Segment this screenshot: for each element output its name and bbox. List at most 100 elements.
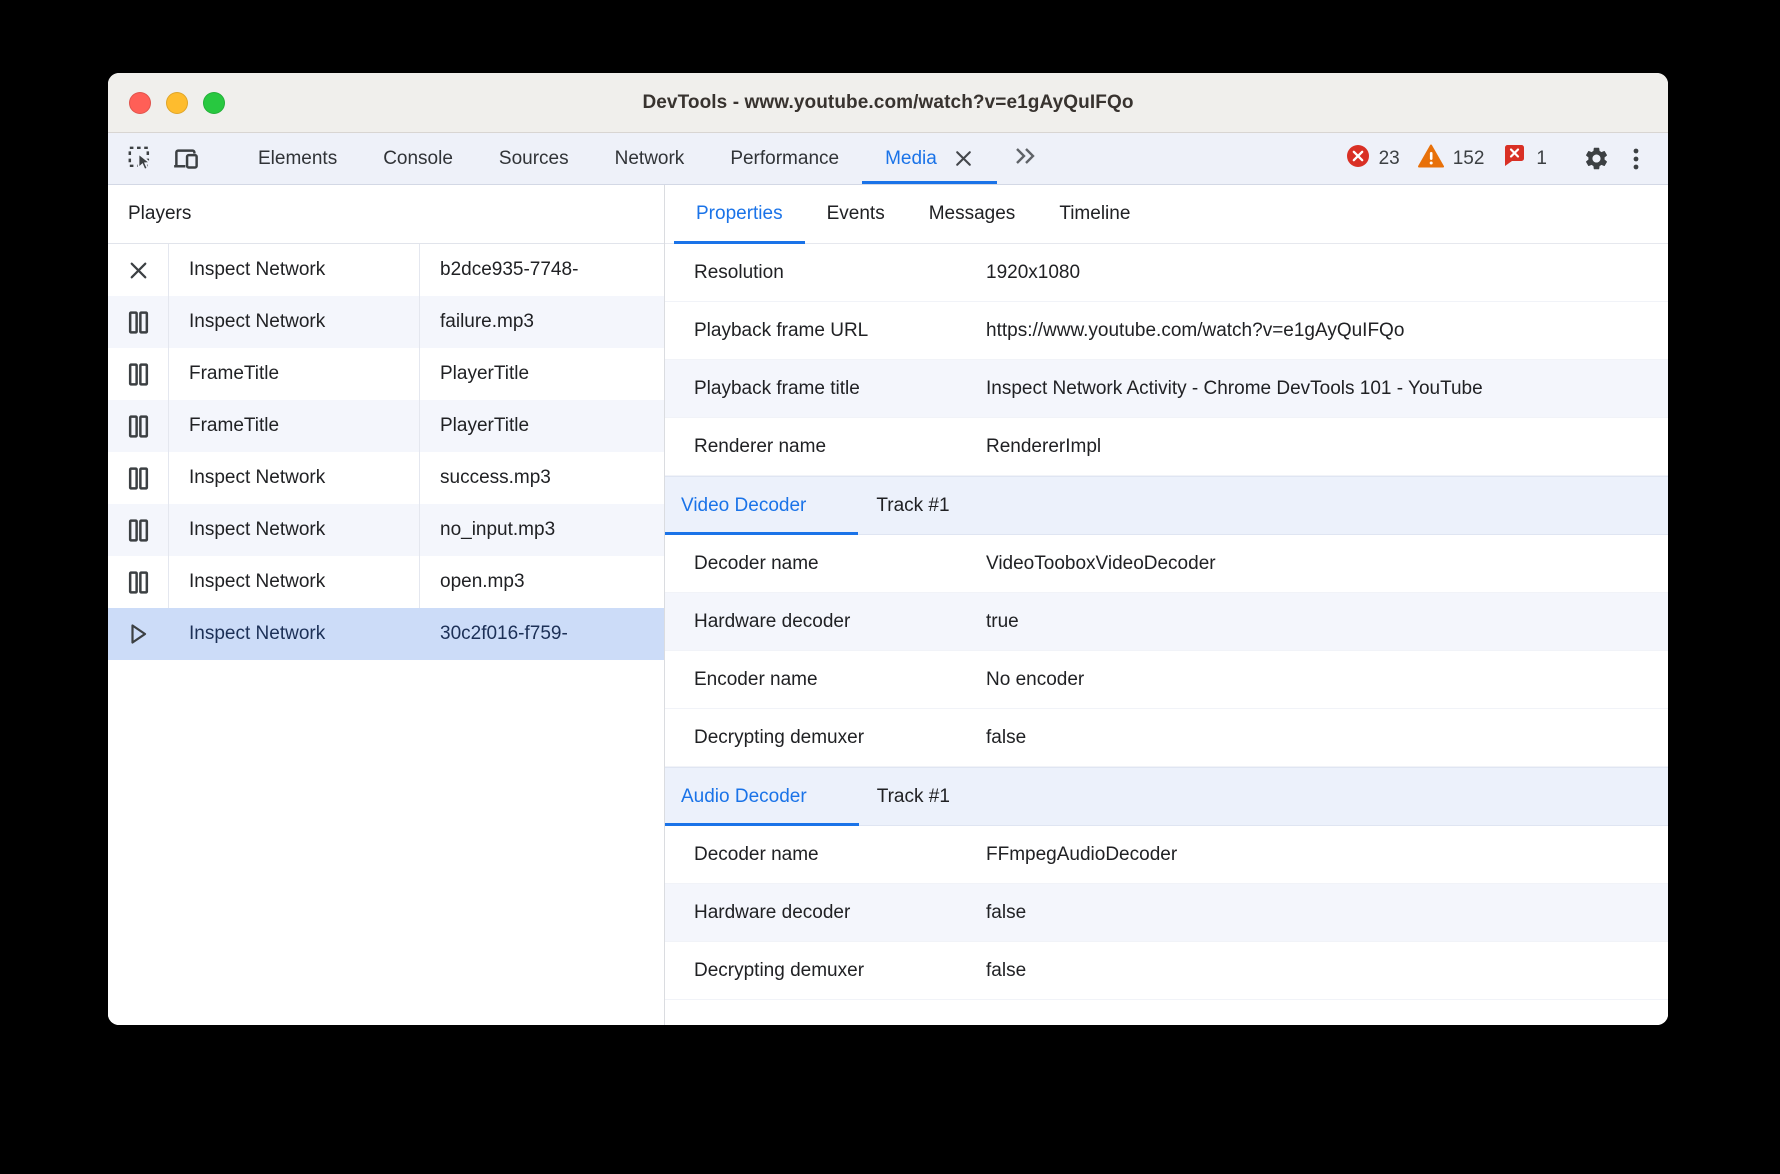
- player-name: FrameTitle: [168, 348, 419, 400]
- tab-network[interactable]: Network: [592, 133, 708, 184]
- player-row[interactable]: FrameTitle PlayerTitle: [108, 348, 664, 400]
- pause-icon: [108, 452, 168, 504]
- player-name: Inspect Network: [168, 452, 419, 504]
- tab-console[interactable]: Console: [360, 133, 476, 184]
- main-area: Players Inspect Network b2dce935-7748- I…: [108, 185, 1668, 1025]
- inspect-element-icon[interactable]: [120, 139, 160, 179]
- toolbar-right: 23 152 1: [1328, 133, 1668, 184]
- property-value: Inspect Network Activity - Chrome DevToo…: [986, 378, 1668, 400]
- property-row: Decrypting demuxer false: [665, 942, 1668, 1000]
- player-name: Inspect Network: [168, 608, 419, 660]
- player-detail-panel: Properties Events Messages Timeline Reso…: [665, 185, 1668, 1025]
- player-name: FrameTitle: [168, 400, 419, 452]
- property-label: Hardware decoder: [665, 902, 986, 924]
- more-tabs-button[interactable]: [997, 133, 1055, 184]
- player-id: PlayerTitle: [419, 400, 664, 452]
- zoom-window-button[interactable]: [203, 92, 225, 114]
- issues-counter[interactable]: 1: [1502, 144, 1547, 173]
- player-row[interactable]: Inspect Network 30c2f016-f759-: [108, 608, 664, 660]
- error-counter[interactable]: 23: [1346, 144, 1400, 173]
- property-row: Decoder name FFmpegAudioDecoder: [665, 826, 1668, 884]
- minimize-window-button[interactable]: [166, 92, 188, 114]
- player-row[interactable]: Inspect Network failure.mp3: [108, 296, 664, 348]
- track-tab[interactable]: Track #1: [859, 768, 968, 825]
- decoder-tab[interactable]: Audio Decoder: [665, 768, 859, 825]
- property-value: VideoTooboxVideoDecoder: [986, 553, 1668, 575]
- properties-list: Resolution 1920x1080 Playback frame URL …: [665, 244, 1668, 476]
- property-row: Decoder name VideoTooboxVideoDecoder: [665, 535, 1668, 593]
- detail-panel-empty-space: [665, 1000, 1668, 1025]
- track-tab[interactable]: Track #1: [858, 477, 967, 534]
- tab-elements[interactable]: Elements: [235, 133, 360, 184]
- tab-media-label: Media: [885, 148, 937, 170]
- titlebar: DevTools - www.youtube.com/watch?v=e1gAy…: [108, 73, 1668, 133]
- tab-properties[interactable]: Properties: [674, 185, 805, 243]
- property-label: Hardware decoder: [665, 611, 986, 633]
- close-icon: [108, 244, 168, 296]
- players-panel: Players Inspect Network b2dce935-7748- I…: [108, 185, 665, 1025]
- tab-sources[interactable]: Sources: [476, 133, 592, 184]
- devtools-toolbar: Elements Console Sources Network Perform…: [108, 133, 1668, 185]
- property-row: Resolution 1920x1080: [665, 244, 1668, 302]
- warning-count: 152: [1453, 148, 1485, 170]
- player-row[interactable]: Inspect Network no_input.mp3: [108, 504, 664, 556]
- close-media-tab-icon[interactable]: [953, 148, 974, 169]
- property-value: false: [986, 902, 1668, 924]
- traffic-lights: [129, 92, 225, 114]
- players-list: Inspect Network b2dce935-7748- Inspect N…: [108, 244, 664, 660]
- property-label: Decrypting demuxer: [665, 727, 986, 749]
- property-label: Playback frame URL: [665, 320, 986, 342]
- warning-counter[interactable]: 152: [1418, 144, 1485, 173]
- device-toolbar-icon[interactable]: [166, 139, 206, 179]
- property-label: Encoder name: [665, 669, 986, 691]
- tab-timeline[interactable]: Timeline: [1037, 185, 1152, 243]
- tab-messages[interactable]: Messages: [907, 185, 1038, 243]
- kebab-menu-icon[interactable]: [1616, 139, 1656, 179]
- decoder-tab[interactable]: Video Decoder: [665, 477, 858, 534]
- property-value: 1920x1080: [986, 262, 1668, 284]
- property-row: Hardware decoder false: [665, 884, 1668, 942]
- player-id: PlayerTitle: [419, 348, 664, 400]
- devtools-window: DevTools - www.youtube.com/watch?v=e1gAy…: [108, 73, 1668, 1025]
- window-title: DevTools - www.youtube.com/watch?v=e1gAy…: [642, 92, 1133, 114]
- property-value: FFmpegAudioDecoder: [986, 844, 1668, 866]
- property-row: Decrypting demuxer false: [665, 709, 1668, 767]
- players-panel-empty-space: [108, 660, 664, 1025]
- pause-icon: [108, 400, 168, 452]
- player-row[interactable]: Inspect Network b2dce935-7748-: [108, 244, 664, 296]
- decoder-section-header: Video Decoder Track #1: [665, 476, 1668, 535]
- decoder-section-header: Audio Decoder Track #1: [665, 767, 1668, 826]
- player-id: open.mp3: [419, 556, 664, 608]
- property-value: No encoder: [986, 669, 1668, 691]
- pause-icon: [108, 348, 168, 400]
- pause-icon: [108, 504, 168, 556]
- property-value: RendererImpl: [986, 436, 1668, 458]
- tab-media[interactable]: Media: [862, 133, 997, 184]
- property-label: Decrypting demuxer: [665, 960, 986, 982]
- property-label: Decoder name: [665, 844, 986, 866]
- issues-count: 1: [1536, 148, 1547, 170]
- player-name: Inspect Network: [168, 556, 419, 608]
- player-name: Inspect Network: [168, 296, 419, 348]
- toolbar-left-icons: [108, 133, 223, 184]
- property-row: Playback frame title Inspect Network Act…: [665, 360, 1668, 418]
- property-value: true: [986, 611, 1668, 633]
- issues-icon: [1502, 144, 1527, 173]
- tab-performance[interactable]: Performance: [707, 133, 862, 184]
- property-label: Decoder name: [665, 553, 986, 575]
- property-value: https://www.youtube.com/watch?v=e1gAyQuI…: [986, 320, 1668, 342]
- player-row[interactable]: Inspect Network success.mp3: [108, 452, 664, 504]
- property-row: Playback frame URL https://www.youtube.c…: [665, 302, 1668, 360]
- property-label: Renderer name: [665, 436, 986, 458]
- player-row[interactable]: Inspect Network open.mp3: [108, 556, 664, 608]
- pause-icon: [108, 296, 168, 348]
- settings-gear-icon[interactable]: [1576, 139, 1616, 179]
- property-row: Renderer name RendererImpl: [665, 418, 1668, 476]
- property-value: false: [986, 727, 1668, 749]
- player-name: Inspect Network: [168, 504, 419, 556]
- player-id: failure.mp3: [419, 296, 664, 348]
- tab-events[interactable]: Events: [805, 185, 907, 243]
- player-id: 30c2f016-f759-: [419, 608, 664, 660]
- close-window-button[interactable]: [129, 92, 151, 114]
- player-row[interactable]: FrameTitle PlayerTitle: [108, 400, 664, 452]
